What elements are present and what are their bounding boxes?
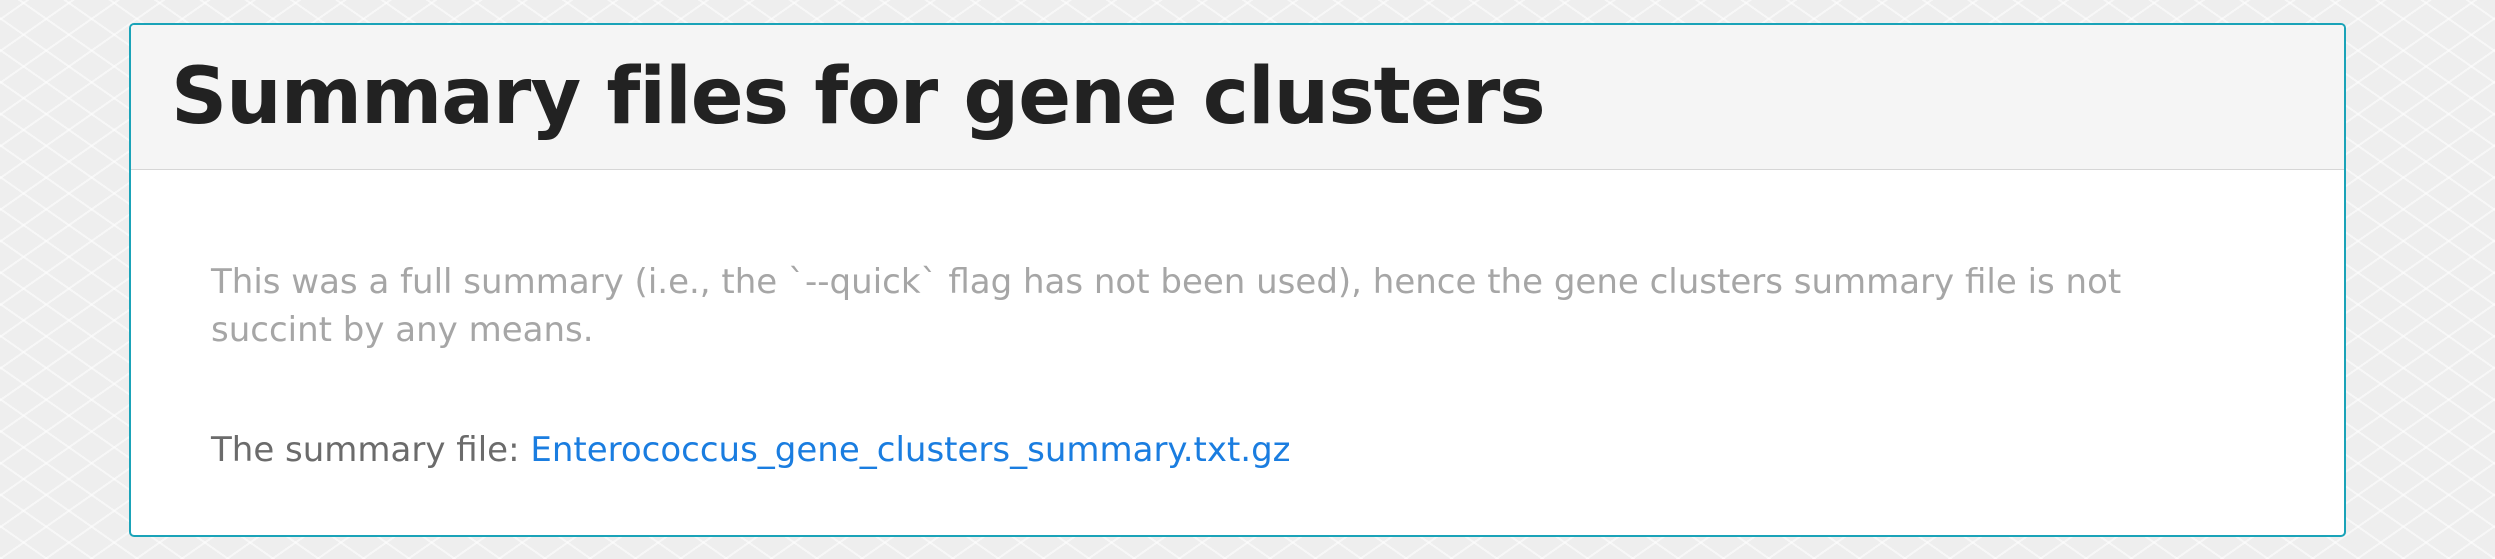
page-title: Summary files for gene clusters (171, 52, 1546, 142)
summary-file-line: The summary file: Enterococcus_gene_clus… (211, 426, 1291, 474)
summary-file-link[interactable]: Enterococcus_gene_clusters_summary.txt.g… (530, 430, 1290, 470)
summary-note: This was a full summary (i.e., the `--qu… (211, 262, 2122, 350)
panel-heading: Summary files for gene clusters (131, 25, 2344, 170)
summary-file-label: The summary file: (211, 430, 520, 470)
summary-panel: Summary files for gene clusters This was… (129, 23, 2346, 537)
